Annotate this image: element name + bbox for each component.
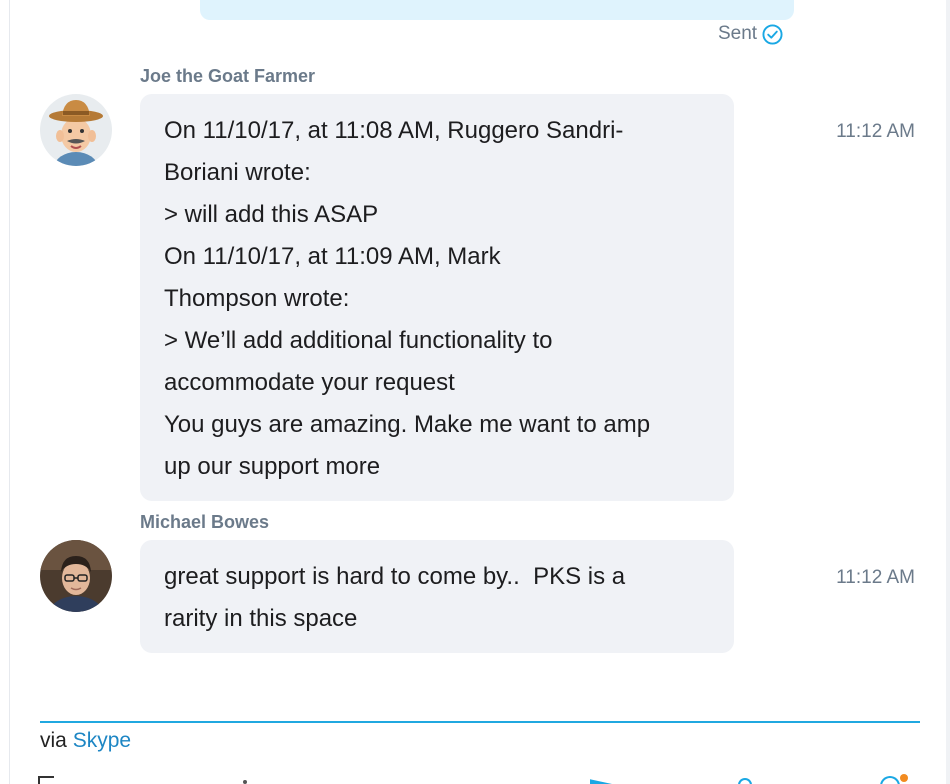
message-line: > We’ll add additional functionality to [164, 327, 553, 354]
skype-link[interactable]: Skype [73, 729, 131, 752]
via-text: via [40, 729, 67, 752]
sender-name[interactable]: Michael Bowes [140, 512, 269, 533]
emoji-icon[interactable] [738, 778, 752, 784]
message-line: You guys are amazing. Make me want to am… [164, 411, 651, 438]
message-bubble[interactable]: On 11/10/17, at 11:08 AM, Ruggero Sandri… [140, 94, 734, 501]
text-cursor-icon [38, 776, 54, 784]
message-line: > will add this ASAP [164, 201, 379, 228]
message-line: accommodate your request [164, 369, 455, 396]
message-line: On 11/10/17, at 11:09 AM, Mark [164, 243, 501, 270]
message-timestamp: 11:12 AM [836, 121, 915, 142]
message-line: rarity in this space [164, 605, 358, 632]
toolbar-partial [0, 772, 950, 784]
message-line: up our support more [164, 453, 381, 480]
message-line: great support is hard to come by.. PKS i… [164, 563, 626, 590]
message-line: Thompson wrote: [164, 285, 350, 312]
via-label: via Skype [40, 729, 131, 753]
send-icon[interactable] [590, 779, 612, 784]
message-bubble[interactable]: great support is hard to come by.. PKS i… [140, 540, 734, 653]
user-photo-avatar[interactable] [40, 540, 112, 612]
attach-icon[interactable] [880, 776, 900, 784]
scrollbar-track[interactable] [946, 0, 950, 784]
check-circle-icon [762, 23, 783, 45]
input-divider [40, 721, 920, 723]
farmer-avatar[interactable] [40, 94, 112, 166]
message-timestamp: 11:12 AM [836, 567, 915, 588]
left-divider [9, 0, 10, 784]
sender-name[interactable]: Joe the Goat Farmer [140, 66, 315, 87]
dot-icon [243, 780, 247, 784]
sent-status-label: Sent [718, 23, 758, 44]
message-line: Boriani wrote: [164, 159, 311, 186]
message-line: On 11/10/17, at 11:08 AM, Ruggero Sandri… [164, 117, 624, 144]
sent-message-bubble[interactable] [200, 0, 794, 20]
sent-status: Sent [718, 23, 783, 45]
notification-dot-icon [900, 774, 908, 782]
